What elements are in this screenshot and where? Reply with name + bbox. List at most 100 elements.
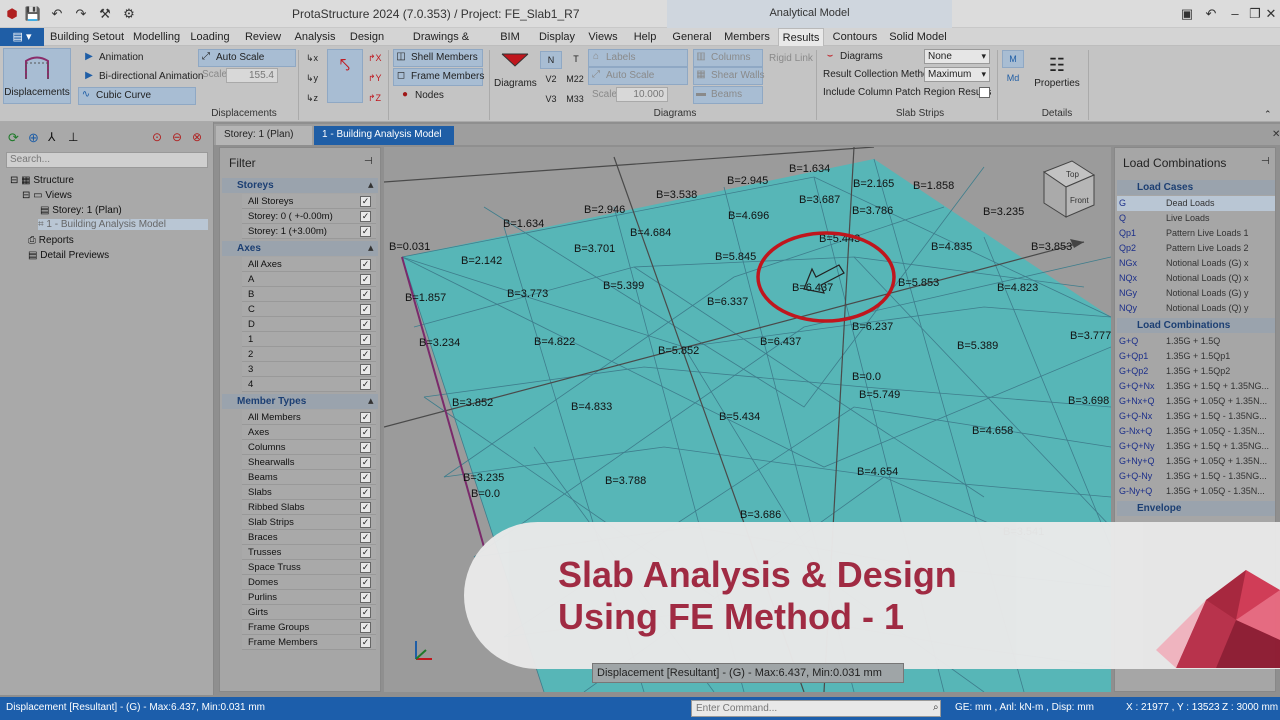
diagrams-button[interactable]: Diagrams (494, 50, 537, 92)
tab-help[interactable]: Help (630, 28, 660, 46)
columns-button[interactable]: ▥ Columns (693, 49, 763, 67)
animation-button[interactable]: ▶ Animation (82, 50, 143, 66)
filter-row[interactable]: Purlins ✓ (242, 590, 376, 605)
filter-row[interactable]: D ✓ (242, 317, 376, 332)
filter-checkbox[interactable]: ✓ (360, 442, 371, 453)
filter-checkbox[interactable]: ✓ (360, 487, 371, 498)
filter-row[interactable]: All Members ✓ (242, 410, 376, 425)
find-next-icon[interactable]: ⊗ (192, 130, 202, 144)
load-case-row[interactable]: Qp2 Pattern Live Loads 2 (1117, 241, 1275, 256)
collapse-ribbon-icon[interactable]: ⌃ (1264, 106, 1272, 122)
globe-icon[interactable]: ⊕ (28, 130, 39, 146)
labels-button[interactable]: ⌂ Labels (588, 49, 688, 67)
filter-row[interactable]: 2 ✓ (242, 347, 376, 362)
filter-checkbox[interactable]: ✓ (360, 592, 371, 603)
tree-item-detail-previews[interactable]: ▤ Detail Previews (28, 250, 109, 261)
cubic-curve-button[interactable]: ∿ Cubic Curve (78, 87, 196, 105)
filter-row[interactable]: A ✓ (242, 272, 376, 287)
close-document-icon[interactable]: ✕ (1264, 126, 1280, 145)
find-prev-icon[interactable]: ⊖ (172, 130, 182, 144)
force-m22-button[interactable]: M22 (564, 71, 586, 87)
filter-row[interactable]: All Axes ✓ (242, 257, 376, 272)
x-axis-view-icon[interactable]: ↳x (306, 50, 318, 66)
load-combo-row[interactable]: G+Q+Ny 1.35G + 1.5Q + 1.35NG... (1117, 439, 1275, 454)
load-combo-row[interactable]: G+Qp2 1.35G + 1.5Qp2 (1117, 364, 1275, 379)
filter-section-storeys[interactable]: Storeys (222, 178, 378, 193)
tab-results[interactable]: Results (778, 28, 824, 46)
doc-tab-storey-plan[interactable]: Storey: 1 (Plan) (216, 126, 312, 145)
view-cube-top[interactable]: Top (1066, 170, 1079, 179)
filter-section-axes[interactable]: Axes (222, 241, 378, 256)
filter-checkbox[interactable]: ✓ (360, 562, 371, 573)
force-v2-button[interactable]: V2 (540, 71, 562, 87)
filter-row[interactable]: Slab Strips ✓ (242, 515, 376, 530)
tab-review[interactable]: Review (240, 28, 286, 46)
tab-bim[interactable]: BIM (494, 28, 526, 46)
load-combo-row[interactable]: G+Q 1.35G + 1.5Q (1117, 334, 1275, 349)
load-combo-row[interactable]: G+Qp1 1.35G + 1.5Qp1 (1117, 349, 1275, 364)
tab-design[interactable]: Design (347, 28, 387, 46)
tab-loading[interactable]: Loading (186, 28, 234, 46)
load-case-row[interactable]: NGy Notional Loads (G) y (1117, 286, 1275, 301)
undo-icon[interactable]: ↶ (48, 5, 66, 23)
settings-gear-icon[interactable]: ⚙ (120, 5, 138, 23)
filter-checkbox[interactable]: ✓ (360, 259, 371, 270)
force-m33-button[interactable]: M33 (564, 91, 586, 107)
minimize-icon[interactable]: – (1224, 4, 1246, 24)
filter-row[interactable]: Shearwalls ✓ (242, 455, 376, 470)
filter-row[interactable]: Slabs ✓ (242, 485, 376, 500)
tab-drawings-reports[interactable]: Drawings & Reports (395, 28, 487, 61)
load-combo-row[interactable]: G-Ny+Q 1.35G + 1.05Q - 1.35N... (1117, 484, 1275, 499)
tab-building-setout[interactable]: Building Setout (48, 28, 126, 46)
ry-rotation-icon[interactable]: ↱Y (368, 70, 382, 86)
view-cube[interactable]: Top Front (1042, 160, 1096, 218)
filter-checkbox[interactable]: ✓ (360, 289, 371, 300)
displacements-button[interactable]: Displacements (3, 48, 71, 104)
collection-method-select[interactable]: Maximum (924, 67, 990, 82)
filter-row[interactable]: Axes ✓ (242, 425, 376, 440)
axes-alt-icon[interactable]: ⊥ (68, 130, 78, 144)
filter-row[interactable]: All Storeys ✓ (242, 194, 376, 209)
find-icon[interactable]: ⊙ (152, 130, 162, 144)
tree-item-structure[interactable]: ⊟ ▦ Structure (10, 175, 74, 186)
filter-checkbox[interactable]: ✓ (360, 304, 371, 315)
filter-row[interactable]: Ribbed Slabs ✓ (242, 500, 376, 515)
filter-row[interactable]: Storey: 0 ( +-0.00m) ✓ (242, 209, 376, 224)
filter-checkbox[interactable]: ✓ (360, 412, 371, 423)
filter-checkbox[interactable]: ✓ (360, 226, 371, 237)
m-button[interactable]: M (1002, 50, 1024, 68)
z-axis-view-icon[interactable]: ↳z (306, 90, 318, 106)
axes-icon[interactable]: ⅄ (48, 130, 55, 144)
filter-checkbox[interactable]: ✓ (360, 502, 371, 513)
filter-checkbox[interactable]: ✓ (360, 427, 371, 438)
load-case-row[interactable]: NGx Notional Loads (G) x (1117, 256, 1275, 271)
collapse-icon[interactable]: ▴ (368, 178, 376, 191)
filter-checkbox[interactable]: ✓ (360, 319, 371, 330)
filter-checkbox[interactable]: ✓ (360, 274, 371, 285)
filter-row[interactable]: Frame Groups ✓ (242, 620, 376, 635)
filter-row[interactable]: C ✓ (242, 302, 376, 317)
refresh-icon[interactable]: ⟳ (8, 130, 19, 146)
filter-checkbox[interactable]: ✓ (360, 334, 371, 345)
force-v3-button[interactable]: V3 (540, 91, 562, 107)
load-combo-row[interactable]: G+Ny+Q 1.35G + 1.05Q + 1.35N... (1117, 454, 1275, 469)
bidirectional-animation-button[interactable]: ▶ Bi-directional Animation (82, 69, 203, 85)
filter-checkbox[interactable]: ✓ (360, 472, 371, 483)
filter-checkbox[interactable]: ✓ (360, 547, 371, 558)
command-search-icon[interactable]: ⌕ (933, 702, 939, 713)
beams-button[interactable]: ▬ Beams (693, 86, 763, 104)
load-case-row[interactable]: Q Live Loads (1117, 211, 1275, 226)
back-icon[interactable]: ↶ (1200, 4, 1222, 24)
restore-ribbon-icon[interactable]: ▣ (1176, 4, 1198, 24)
filter-checkbox[interactable]: ✓ (360, 379, 371, 390)
collapse-icon[interactable]: ▴ (368, 241, 376, 254)
shear-walls-button[interactable]: ▦ Shear Walls (693, 67, 765, 85)
pin-icon[interactable]: ⊣ (1261, 156, 1270, 167)
load-combo-row[interactable]: G+Q-Ny 1.35G + 1.5Q - 1.35NG... (1117, 469, 1275, 484)
tab-members[interactable]: Members (722, 28, 772, 46)
filter-checkbox[interactable]: ✓ (360, 607, 371, 618)
filter-row[interactable]: Frame Members ✓ (242, 635, 376, 650)
collapse-icon[interactable]: ▴ (368, 394, 376, 407)
filter-checkbox[interactable]: ✓ (360, 349, 371, 360)
load-combo-row[interactable]: G+Q-Nx 1.35G + 1.5Q - 1.35NG... (1117, 409, 1275, 424)
